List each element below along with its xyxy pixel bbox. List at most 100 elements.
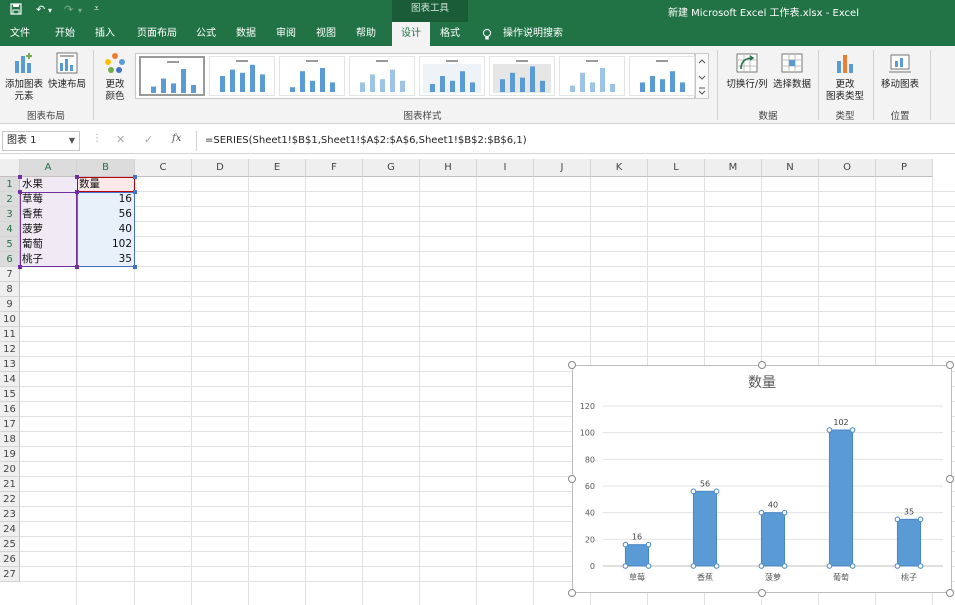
tab-page-layout[interactable]: 页面布局: [128, 22, 186, 46]
column-header-p[interactable]: P: [876, 159, 933, 177]
data-label-2[interactable]: 56: [700, 479, 710, 488]
row-header-7[interactable]: 7: [0, 267, 20, 282]
change-colors-button[interactable]: 更改 颜色: [97, 51, 133, 103]
tab-help[interactable]: 帮助: [348, 22, 384, 46]
customize-toolbar-icon[interactable]: ⩡: [94, 4, 99, 14]
bar-selection-handle[interactable]: [713, 488, 720, 495]
bar-4[interactable]: [828, 429, 854, 567]
range-resize-handle[interactable]: [133, 175, 137, 179]
bar-1[interactable]: [624, 544, 650, 567]
range-resize-handle[interactable]: [18, 175, 22, 179]
range-resize-handle[interactable]: [75, 265, 79, 269]
row-header-21[interactable]: 21: [0, 477, 20, 492]
row-header-19[interactable]: 19: [0, 447, 20, 462]
chart-title[interactable]: 数量: [748, 375, 776, 391]
row-header-26[interactable]: 26: [0, 552, 20, 567]
row-header-16[interactable]: 16: [0, 402, 20, 417]
column-header-l[interactable]: L: [648, 159, 705, 177]
chart-style-thumb[interactable]: [489, 56, 555, 96]
formula-input[interactable]: =SERIES(Sheet1!$B$1,Sheet1!$A$2:$A$6,She…: [196, 131, 953, 151]
chart-style-thumb[interactable]: [629, 56, 695, 96]
bar-selection-handle[interactable]: [894, 563, 901, 569]
chart-resize-handle[interactable]: [946, 589, 954, 597]
bar-selection-handle[interactable]: [781, 509, 788, 516]
chart-resize-handle[interactable]: [568, 475, 576, 483]
column-header-n[interactable]: N: [762, 159, 819, 177]
add-chart-element-button[interactable]: 添加图表 元素: [3, 51, 45, 103]
bar-selection-handle[interactable]: [758, 509, 765, 516]
tab-data[interactable]: 数据: [228, 22, 264, 46]
cell-b4[interactable]: 40: [79, 222, 132, 237]
bar-2[interactable]: [692, 490, 718, 567]
row-header-4[interactable]: 4: [0, 222, 20, 237]
range-resize-handle[interactable]: [18, 190, 22, 194]
chart-style-thumb[interactable]: [209, 56, 275, 96]
bar-selection-handle[interactable]: [849, 563, 856, 569]
row-header-10[interactable]: 10: [0, 312, 20, 327]
cell-b1[interactable]: 数量: [79, 177, 132, 192]
row-header-14[interactable]: 14: [0, 372, 20, 387]
row-header-25[interactable]: 25: [0, 537, 20, 552]
select-data-button[interactable]: 选择数据: [770, 51, 814, 91]
chart-style-thumb[interactable]: [279, 56, 345, 96]
column-header-h[interactable]: H: [420, 159, 477, 177]
row-header-23[interactable]: 23: [0, 507, 20, 522]
cell-b5[interactable]: 102: [79, 237, 132, 252]
switch-row-column-button[interactable]: 切换行/列: [722, 51, 772, 91]
data-label-1[interactable]: 16: [632, 533, 642, 542]
save-icon[interactable]: [10, 3, 22, 18]
move-chart-button[interactable]: 移动图表: [877, 51, 923, 91]
bar-selection-handle[interactable]: [826, 427, 833, 433]
bar-selection-handle[interactable]: [849, 427, 856, 433]
chart-resize-handle[interactable]: [946, 475, 954, 483]
change-chart-type-button[interactable]: 更改 图表类型: [822, 51, 868, 103]
row-header-17[interactable]: 17: [0, 417, 20, 432]
bar-selection-handle[interactable]: [917, 563, 924, 569]
cell-a6[interactable]: 桃子: [22, 252, 74, 267]
row-header-5[interactable]: 5: [0, 237, 20, 252]
row-header-3[interactable]: 3: [0, 207, 20, 222]
range-resize-handle[interactable]: [18, 265, 22, 269]
enter-icon[interactable]: ✓: [144, 133, 153, 146]
row-header-27[interactable]: 27: [0, 567, 20, 582]
row-header-9[interactable]: 9: [0, 297, 20, 312]
cell-a4[interactable]: 菠萝: [22, 222, 74, 237]
chart-resize-handle[interactable]: [758, 589, 766, 597]
chart-resize-handle[interactable]: [946, 361, 954, 369]
tab-file[interactable]: 文件: [0, 22, 40, 46]
column-header-c[interactable]: C: [135, 159, 192, 177]
row-header-24[interactable]: 24: [0, 522, 20, 537]
bar-selection-handle[interactable]: [645, 563, 652, 569]
row-header-22[interactable]: 22: [0, 492, 20, 507]
tab-design[interactable]: 设计: [392, 22, 430, 46]
row-header-8[interactable]: 8: [0, 282, 20, 297]
cell-b2[interactable]: 16: [79, 192, 132, 207]
row-header-18[interactable]: 18: [0, 432, 20, 447]
select-all-corner[interactable]: [0, 159, 20, 177]
tab-home[interactable]: 开始: [45, 22, 85, 46]
worksheet-grid[interactable]: ABCDEFGHIJKLMNOP 1 2 3 4 5 6 7 8 9 10 11 12 13 14 15 16…: [0, 159, 955, 605]
bar-selection-handle[interactable]: [622, 563, 629, 569]
cell-a2[interactable]: 草莓: [22, 192, 74, 207]
column-header-g[interactable]: G: [363, 159, 420, 177]
tab-format[interactable]: 格式: [432, 22, 468, 46]
column-header-d[interactable]: D: [192, 159, 249, 177]
redo-dropdown-icon[interactable]: ▾: [78, 6, 82, 15]
range-resize-handle[interactable]: [75, 175, 79, 179]
cell-a5[interactable]: 葡萄: [22, 237, 74, 252]
cell-a1[interactable]: 水果: [22, 177, 74, 192]
bar-selection-handle[interactable]: [690, 488, 697, 495]
column-header-f[interactable]: F: [306, 159, 363, 177]
chart-style-thumb[interactable]: [349, 56, 415, 96]
gallery-scroll[interactable]: [695, 53, 709, 99]
column-header-o[interactable]: O: [819, 159, 876, 177]
column-header-e[interactable]: E: [249, 159, 306, 177]
undo-icon[interactable]: ↶: [36, 3, 45, 16]
column-header-j[interactable]: J: [534, 159, 591, 177]
row-header-13[interactable]: 13: [0, 357, 20, 372]
tab-review[interactable]: 审阅: [268, 22, 304, 46]
column-header-m[interactable]: M: [705, 159, 762, 177]
bar-selection-handle[interactable]: [781, 563, 788, 569]
name-box[interactable]: 图表 1 ▼: [2, 131, 80, 151]
row-header-2[interactable]: 2: [0, 192, 20, 207]
